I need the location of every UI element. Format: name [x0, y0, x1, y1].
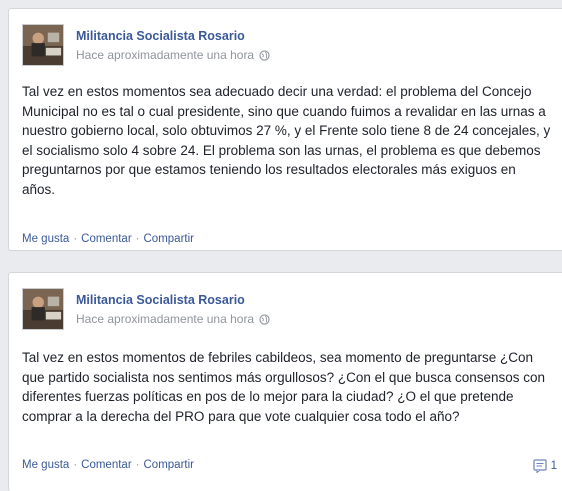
separator: · — [73, 233, 78, 245]
share-link[interactable]: Compartir — [144, 233, 194, 245]
post-timestamp[interactable]: Hace aproximadamente una hora — [76, 48, 270, 62]
post-text: Tal vez en estos momentos sea adecuado d… — [22, 84, 551, 197]
timestamp-text[interactable]: Hace aproximadamente una hora — [76, 312, 254, 326]
post-author[interactable]: Militancia Socialista Rosario — [76, 293, 245, 307]
post-actions: Me gusta · Comentar · Compartir — [22, 233, 562, 245]
comment-icon — [532, 459, 547, 473]
post-author[interactable]: Militancia Socialista Rosario — [76, 29, 245, 43]
post-actions: Me gusta · Comentar · Compartir — [22, 459, 562, 471]
post-card: Militancia Socialista Rosario Hace aprox… — [8, 8, 562, 251]
timestamp-text[interactable]: Hace aproximadamente una hora — [76, 48, 254, 62]
globe-icon[interactable] — [259, 49, 270, 61]
comment-count[interactable]: 1 — [532, 459, 557, 473]
post-timestamp[interactable]: Hace aproximadamente una hora — [76, 312, 270, 326]
post-card: Militancia Socialista Rosario Hace aprox… — [8, 272, 562, 491]
comment-link[interactable]: Comentar — [81, 233, 132, 245]
post-text: Tal vez en estos momentos de febriles ca… — [22, 350, 546, 424]
separator: · — [73, 459, 78, 471]
share-link[interactable]: Compartir — [144, 459, 194, 471]
like-link[interactable]: Me gusta — [22, 459, 69, 471]
avatar[interactable] — [22, 288, 64, 330]
separator: · — [135, 233, 140, 245]
like-link[interactable]: Me gusta — [22, 233, 69, 245]
avatar[interactable] — [22, 24, 64, 66]
comment-count-value[interactable]: 1 — [551, 460, 557, 472]
globe-icon[interactable] — [259, 313, 270, 325]
separator: · — [135, 459, 140, 471]
comment-link[interactable]: Comentar — [81, 459, 132, 471]
